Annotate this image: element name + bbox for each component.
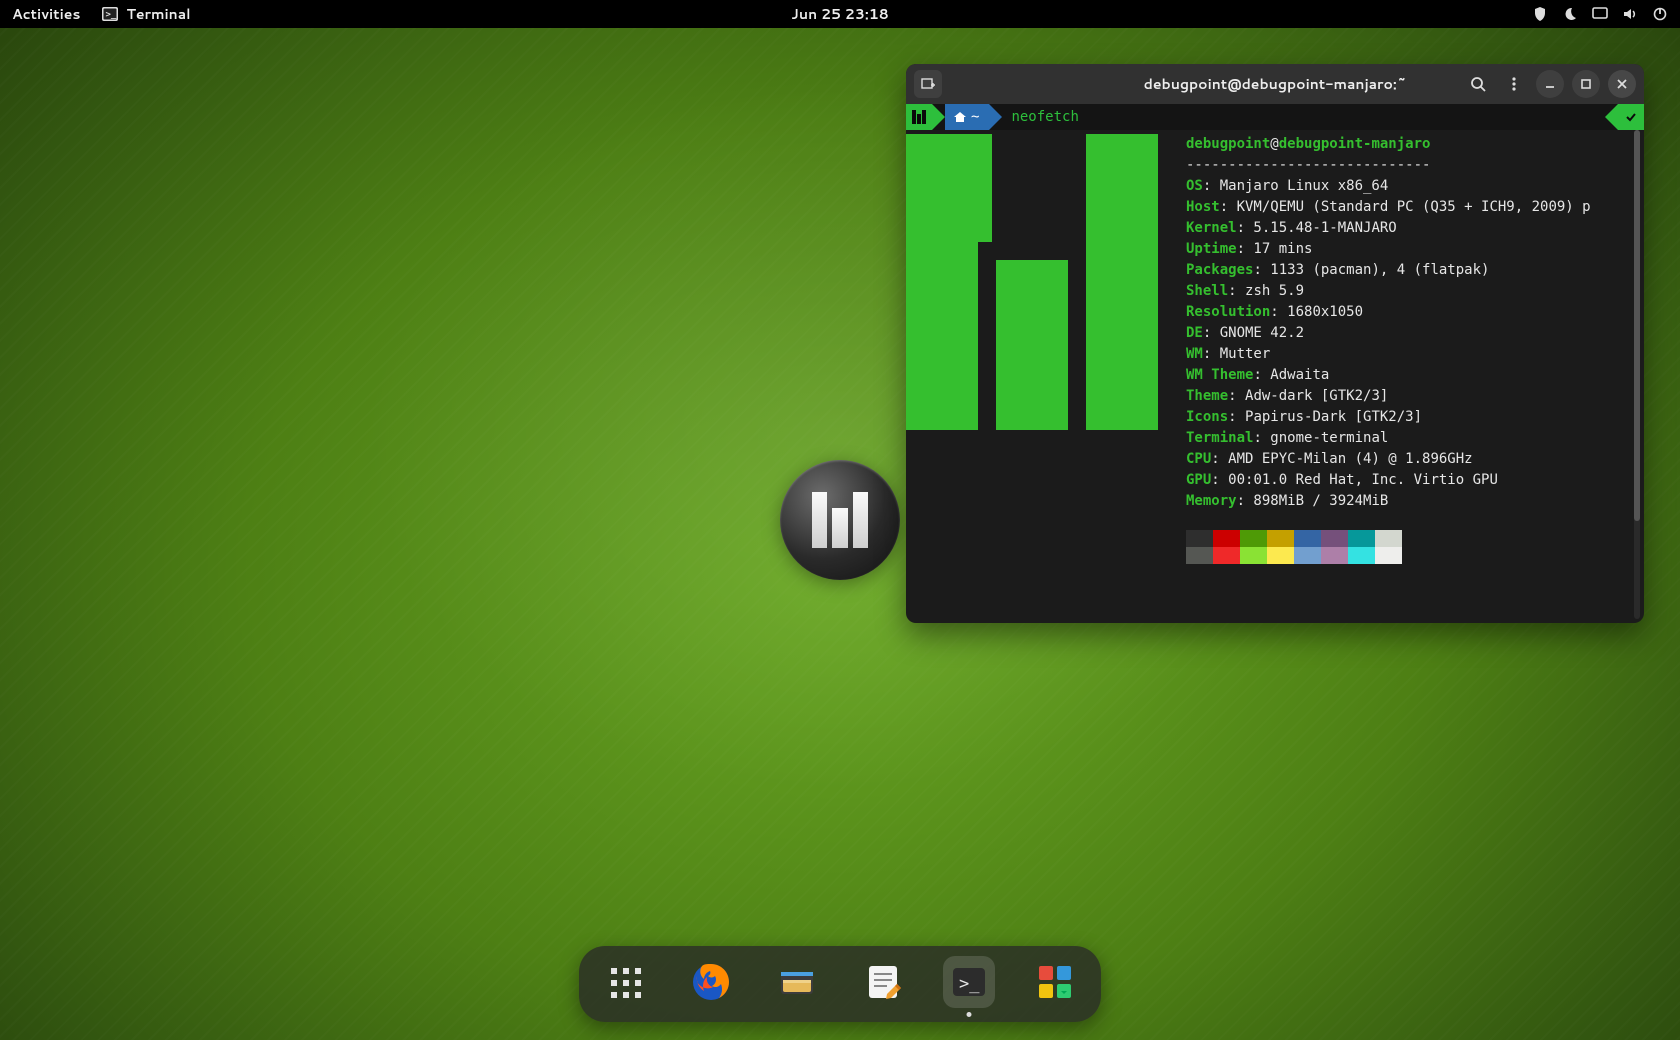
privacy-indicator-icon[interactable] — [1532, 6, 1548, 22]
neofetch-ascii-logo — [906, 134, 1158, 430]
top-bar: Activities >_ Terminal Jun 25 23:18 — [0, 0, 1680, 28]
terminal-titlebar[interactable]: debugpoint@debugpoint-manjaro:~ — [906, 64, 1644, 104]
prompt-distro-chip — [906, 104, 932, 130]
prompt-bar: ~ neofetch — [906, 104, 1644, 130]
focused-app-menu[interactable]: >_ Terminal — [102, 4, 190, 24]
new-tab-button[interactable] — [914, 70, 942, 98]
menu-button[interactable] — [1500, 70, 1528, 98]
prompt-path-chip: ~ — [945, 104, 989, 130]
manjaro-desktop-logo — [780, 460, 900, 580]
dock: >_ — [579, 946, 1101, 1022]
search-button[interactable] — [1464, 70, 1492, 98]
dock-item-show-apps[interactable] — [599, 956, 651, 1008]
dock-item-text-editor[interactable] — [857, 956, 909, 1008]
dock-item-software[interactable] — [1029, 956, 1081, 1008]
display-icon[interactable] — [1592, 6, 1608, 22]
terminal-window: debugpoint@debugpoint-manjaro:~ ~ — [906, 64, 1644, 623]
running-indicator — [967, 1012, 972, 1017]
manjaro-icon — [912, 110, 926, 124]
color-palette — [1186, 530, 1402, 564]
dock-item-terminal[interactable]: >_ — [943, 956, 995, 1008]
prompt-command: neofetch — [1011, 109, 1078, 125]
focused-app-label: Terminal — [126, 4, 190, 24]
terminal-scrollbar[interactable] — [1634, 130, 1640, 619]
terminal-title: debugpoint@debugpoint-manjaro:~ — [1144, 74, 1407, 94]
home-icon — [953, 110, 967, 124]
power-icon[interactable] — [1652, 6, 1668, 22]
scrollbar-thumb[interactable] — [1634, 130, 1640, 521]
night-light-icon[interactable] — [1562, 6, 1578, 22]
volume-icon[interactable] — [1622, 6, 1638, 22]
dock-item-files[interactable] — [771, 956, 823, 1008]
terminal-icon: >_ — [102, 6, 118, 22]
dock-item-firefox[interactable] — [685, 956, 737, 1008]
clock[interactable]: Jun 25 23:18 — [791, 4, 888, 24]
svg-text:>_: >_ — [106, 10, 117, 20]
minimize-button[interactable] — [1536, 70, 1564, 98]
activities-button[interactable]: Activities — [12, 4, 80, 24]
svg-text:>_: >_ — [959, 974, 980, 994]
maximize-button[interactable] — [1572, 70, 1600, 98]
prompt-status-ok — [1618, 104, 1644, 130]
terminal-body[interactable]: debugpoint@debugpoint-manjaro ----------… — [906, 130, 1644, 623]
prompt-path-label: ~ — [971, 109, 979, 125]
close-button[interactable] — [1608, 70, 1636, 98]
